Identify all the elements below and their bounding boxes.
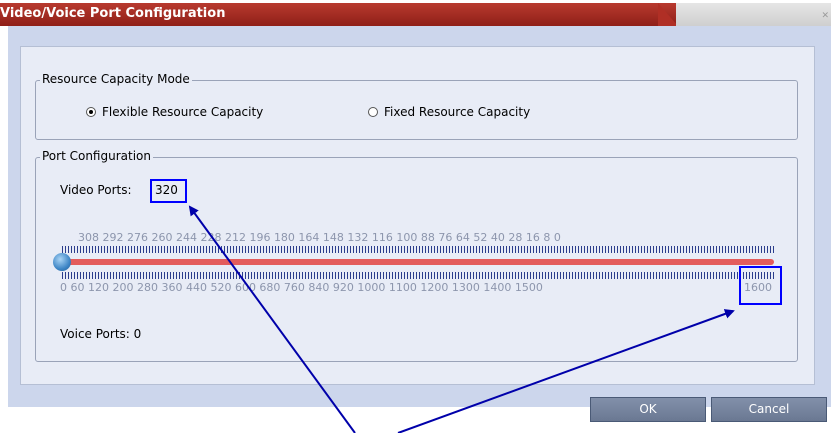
title-bar: ✕ Video/Voice Port Configuration: [0, 0, 831, 26]
video-ports-highlight-box: [150, 179, 187, 203]
radio-unselected-icon: [368, 107, 378, 117]
video-ports-label: Video Ports:: [60, 183, 132, 197]
slider-bottom-scale: 0 60 120 200 280 360 440 520 600 680 760…: [60, 281, 543, 294]
title-bar-right: ✕: [676, 3, 831, 26]
resource-capacity-mode-legend: Resource Capacity Mode: [40, 72, 192, 86]
fixed-capacity-radio[interactable]: Fixed Resource Capacity: [368, 105, 530, 119]
slider-thumb[interactable]: [53, 253, 71, 271]
resource-capacity-mode-group: Resource Capacity Mode Flexible Resource…: [35, 72, 798, 140]
slider-top-ticks: [62, 246, 774, 253]
slider-top-scale: 308 292 276 260 244 228 212 196 180 164 …: [78, 231, 561, 244]
close-icon[interactable]: ✕: [821, 11, 829, 21]
port-configuration-legend: Port Configuration: [40, 149, 153, 163]
fixed-capacity-label: Fixed Resource Capacity: [384, 105, 531, 119]
ok-button[interactable]: OK: [590, 397, 706, 422]
cancel-button[interactable]: Cancel: [711, 397, 827, 422]
slider-bottom-ticks: [62, 272, 774, 279]
flexible-capacity-radio[interactable]: Flexible Resource Capacity: [86, 105, 263, 119]
radio-selected-icon: [86, 107, 96, 117]
flexible-capacity-label: Flexible Resource Capacity: [102, 105, 264, 119]
slider-max-highlight-box: [739, 266, 782, 305]
voice-ports-label: Voice Ports: 0: [60, 327, 142, 341]
slider-track[interactable]: [62, 259, 774, 265]
window-title: Video/Voice Port Configuration: [0, 6, 226, 21]
